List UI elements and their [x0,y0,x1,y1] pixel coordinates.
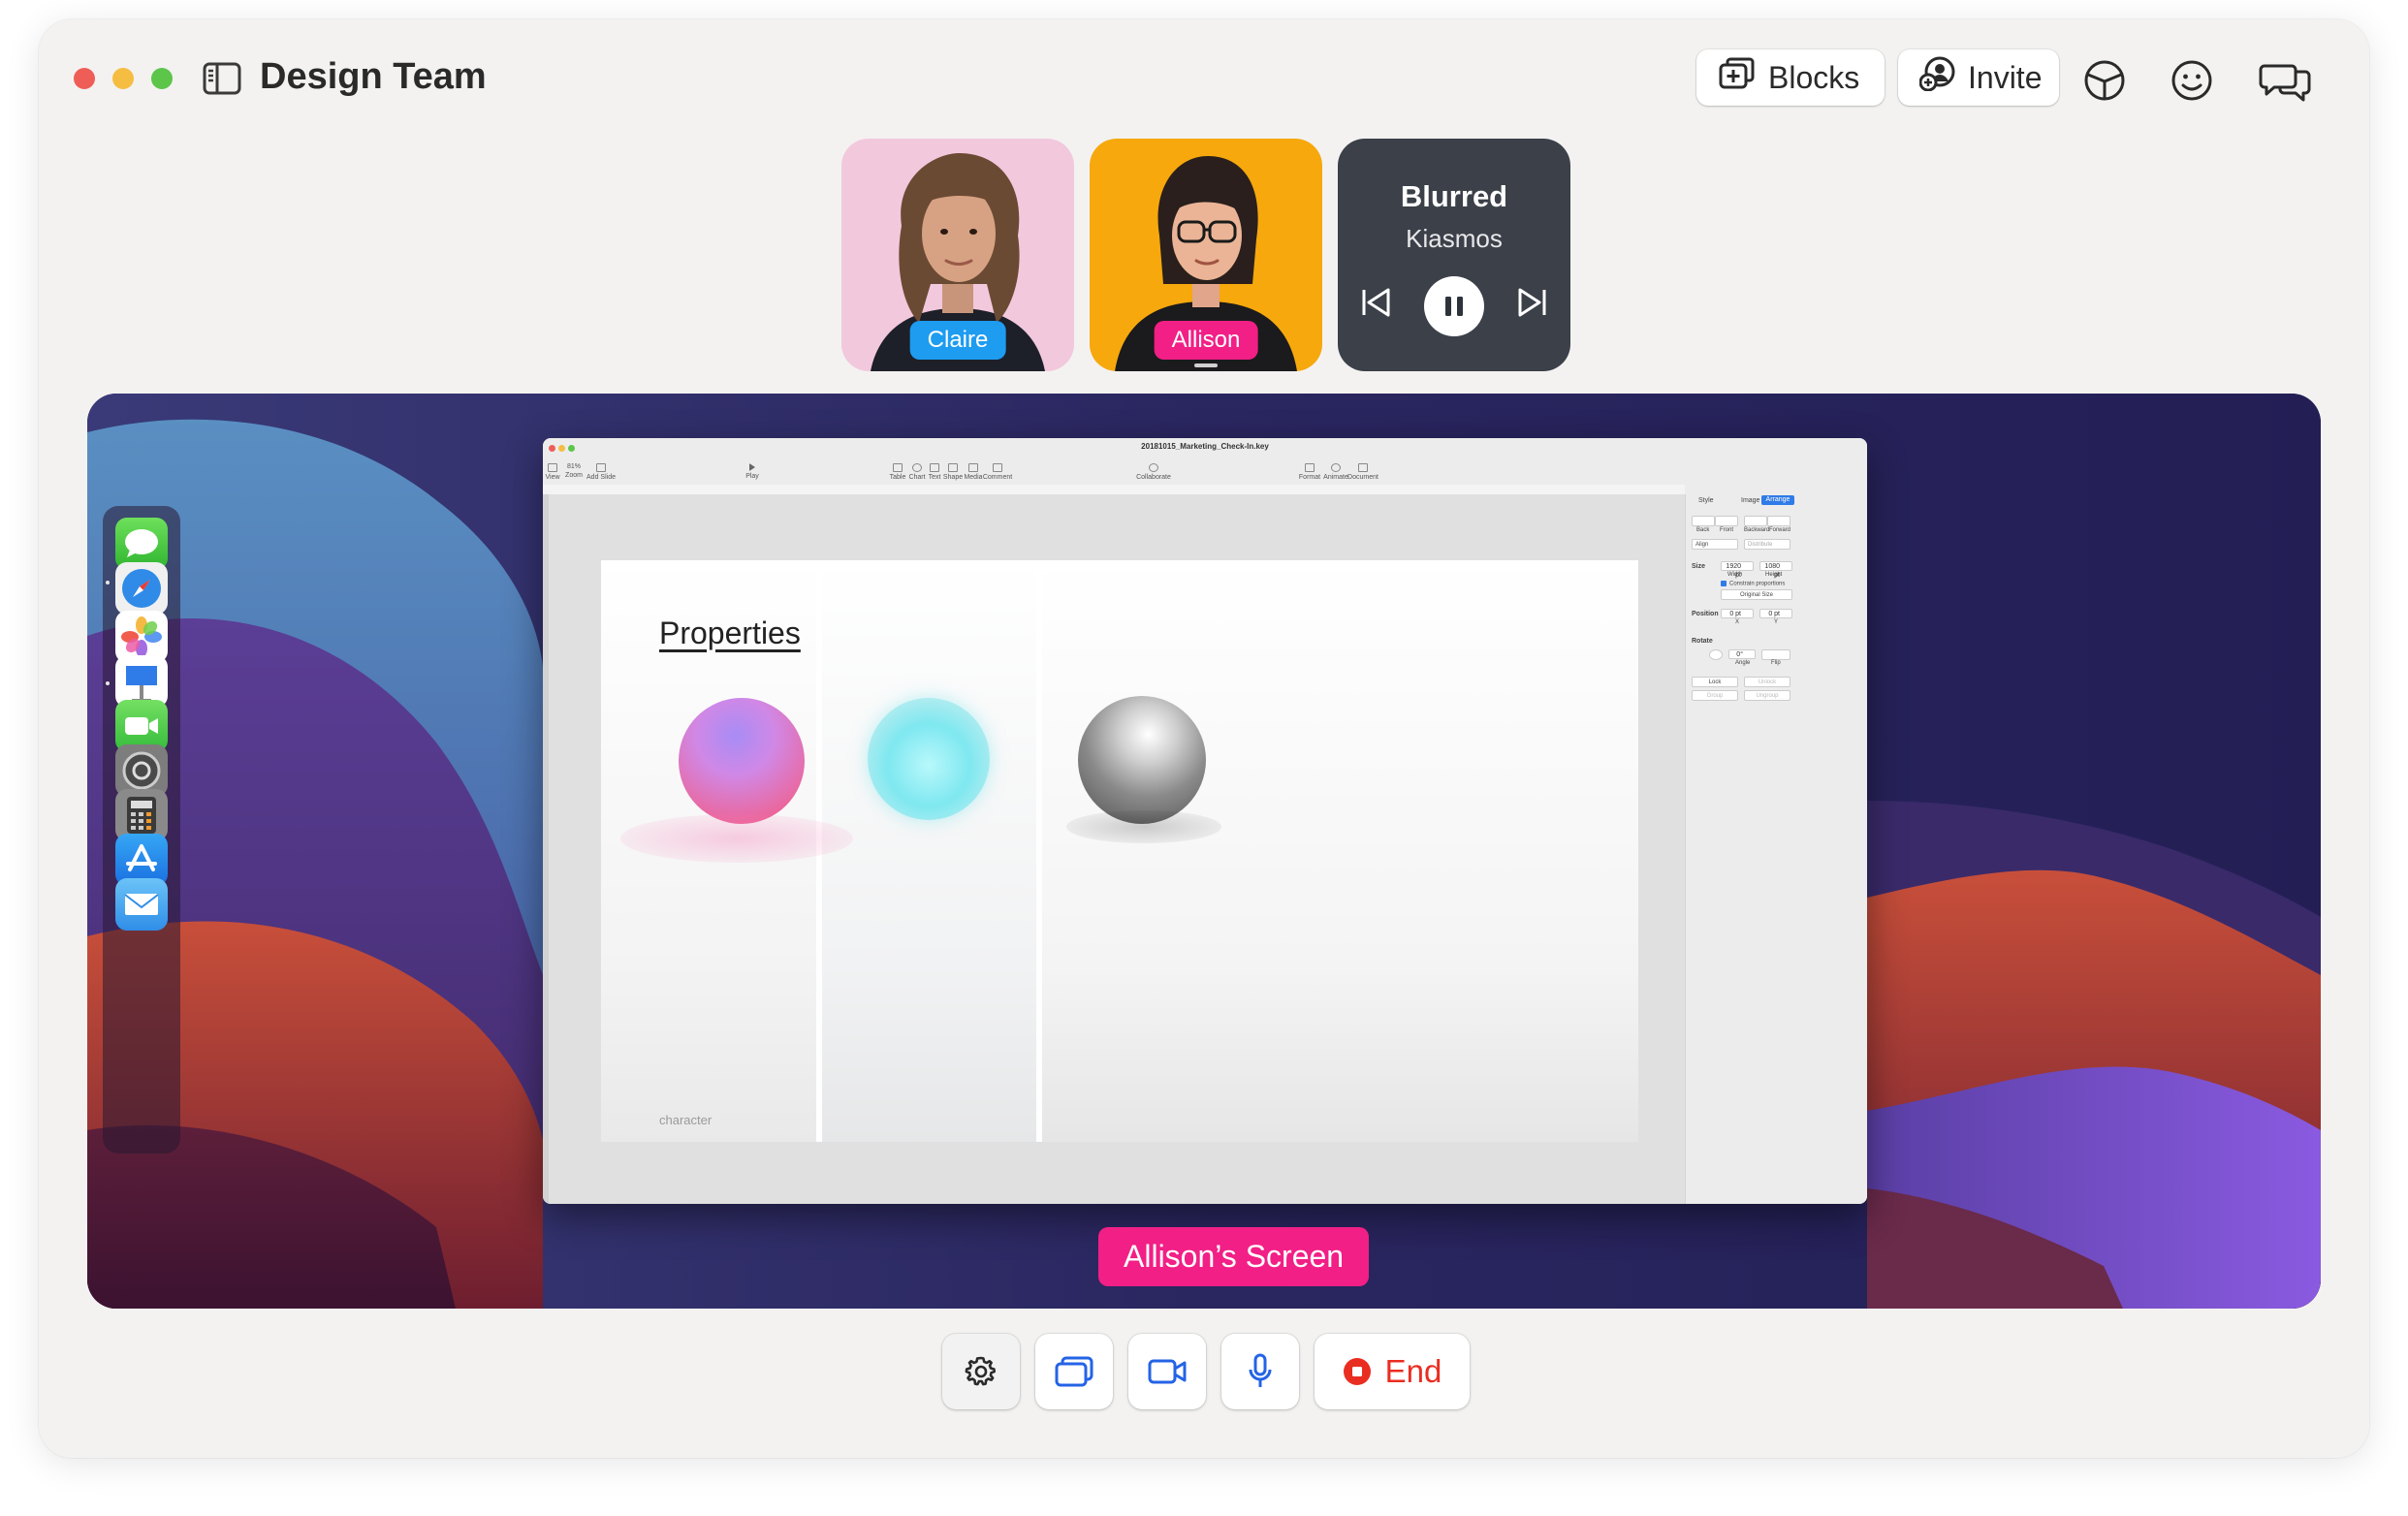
height-label: Height [1765,572,1783,578]
chrome-sphere [1078,696,1206,824]
add-slide-tool[interactable]: Add Slide [582,463,620,481]
back-label: Back [1696,527,1710,533]
keynote-filename: 20181015_Marketing_Check-In.key [1141,442,1269,451]
angle-label: Angle [1735,660,1751,666]
shared-screen-view[interactable]: 20181015_Marketing_Check-In.key View 81%… [87,394,2321,1309]
y-label: Y [1774,619,1779,625]
share-screen-button[interactable] [1035,1334,1113,1409]
slide-panel [822,560,1036,1142]
slide-title: Properties [659,616,801,650]
glass-sphere [868,698,990,820]
blocks-icon [1718,56,1757,99]
settings-button[interactable] [942,1334,1020,1409]
pause-button[interactable] [1424,276,1484,336]
sphere-shadow [1066,810,1221,843]
end-call-label: End [1384,1353,1442,1389]
blocks-button[interactable]: Blocks [1696,49,1885,106]
safari-running-indicator [106,581,110,584]
participant-name-tag: Claire [909,321,1006,360]
format-inspector: Style Image Arrange Back Front Backward … [1685,494,1867,1204]
slide-navigator-strip [543,494,549,1204]
document-tool[interactable]: Document [1344,463,1382,481]
sidebar-toggle-icon[interactable] [202,60,242,97]
flip-buttons[interactable] [1761,649,1790,660]
distribute-popup[interactable]: Distribute [1744,539,1790,550]
camera-button[interactable] [1128,1334,1206,1409]
invite-label: Invite [1968,59,2043,95]
front-button[interactable] [1715,516,1738,526]
unlock-button[interactable]: Unlock [1744,677,1790,687]
stop-record-icon [1343,1358,1371,1385]
macos-dock [103,506,180,1153]
gear-icon [965,1356,996,1386]
slide[interactable]: Properties character [601,560,1638,1142]
forward-label: Forward [1769,527,1791,533]
emoji-icon[interactable] [2168,58,2216,103]
back-button[interactable] [1692,516,1715,526]
lock-button[interactable]: Lock [1692,677,1738,687]
align-popup[interactable]: Align [1692,539,1738,550]
shared-canvas-icon[interactable] [2080,58,2129,103]
keynote-window[interactable]: 20181015_Marketing_Check-In.key View 81%… [543,438,1867,1204]
window-title: Design Team [260,56,487,97]
width-field[interactable]: 1920 pt [1721,561,1754,579]
end-call-button[interactable]: End [1315,1334,1470,1409]
backward-label: Backward [1744,527,1770,533]
microphone-icon [1249,1353,1272,1387]
inspector-tab-image[interactable]: Image [1741,497,1759,504]
position-section-label: Position [1692,611,1719,617]
next-track-icon[interactable] [1516,286,1549,324]
video-camera-icon [1148,1359,1187,1384]
x-position-field[interactable]: 0 pt [1721,609,1754,618]
keynote-running-indicator [106,681,110,685]
group-button[interactable]: Group [1692,690,1738,701]
invite-icon [1918,56,1956,99]
constrain-proportions-checkbox[interactable]: Constrain proportions [1721,581,1785,587]
width-label: Width [1727,572,1743,578]
y-position-field[interactable]: 0 pt [1759,609,1792,618]
now-playing-tile: Blurred Kiasmos [1338,139,1570,371]
rotate-knob[interactable] [1709,649,1723,660]
track-title: Blurred [1400,179,1508,213]
original-size-button[interactable]: Original Size [1721,589,1792,600]
pause-icon [1445,297,1463,316]
inspector-tab-arrange[interactable]: Arrange [1761,495,1794,505]
participant-name-tag: Allison [1154,321,1258,360]
inspector-tab-style[interactable]: Style [1698,497,1714,504]
track-artist: Kiasmos [1406,224,1503,253]
minimize-window-button[interactable] [112,68,134,89]
gradient-sphere [679,698,805,824]
participant-tile-claire[interactable]: Claire [841,139,1074,371]
shared-screen-label: Allison’s Screen [1098,1227,1370,1286]
comment-tool[interactable]: Comment [978,463,1017,481]
forward-button[interactable] [1767,516,1790,526]
sphere-shadow [620,814,853,863]
collaborate-tool[interactable]: Collaborate [1134,463,1173,481]
slide-panel [1042,560,1638,1142]
x-label: X [1735,619,1740,625]
zoom-window-button[interactable] [151,68,173,89]
microphone-button[interactable] [1221,1334,1299,1409]
close-window-button[interactable] [74,68,95,89]
blocks-label: Blocks [1768,59,1860,95]
play-tool[interactable]: Play [733,463,772,480]
screens-icon [1055,1356,1093,1387]
invite-button[interactable]: Invite [1898,49,2059,106]
backward-button[interactable] [1744,516,1767,526]
app-window: Design Team Blocks Invite Claire Allison… [39,19,2369,1458]
height-field[interactable]: 1080 pt [1759,561,1792,579]
safari-app-icon[interactable] [115,562,168,615]
slide-footer: character [659,1113,713,1127]
previous-track-icon[interactable] [1359,286,1392,324]
chat-icon[interactable] [2259,58,2313,103]
speaking-indicator [1194,363,1218,367]
size-section-label: Size [1692,563,1706,570]
mail-app-icon[interactable] [115,878,168,931]
participant-tile-allison[interactable]: Allison [1090,139,1322,371]
ungroup-button[interactable]: Ungroup [1744,690,1790,701]
angle-field[interactable]: 0° [1728,649,1756,659]
rotate-section-label: Rotate [1692,638,1713,645]
flip-label: Flip [1771,660,1781,666]
front-label: Front [1720,527,1734,533]
